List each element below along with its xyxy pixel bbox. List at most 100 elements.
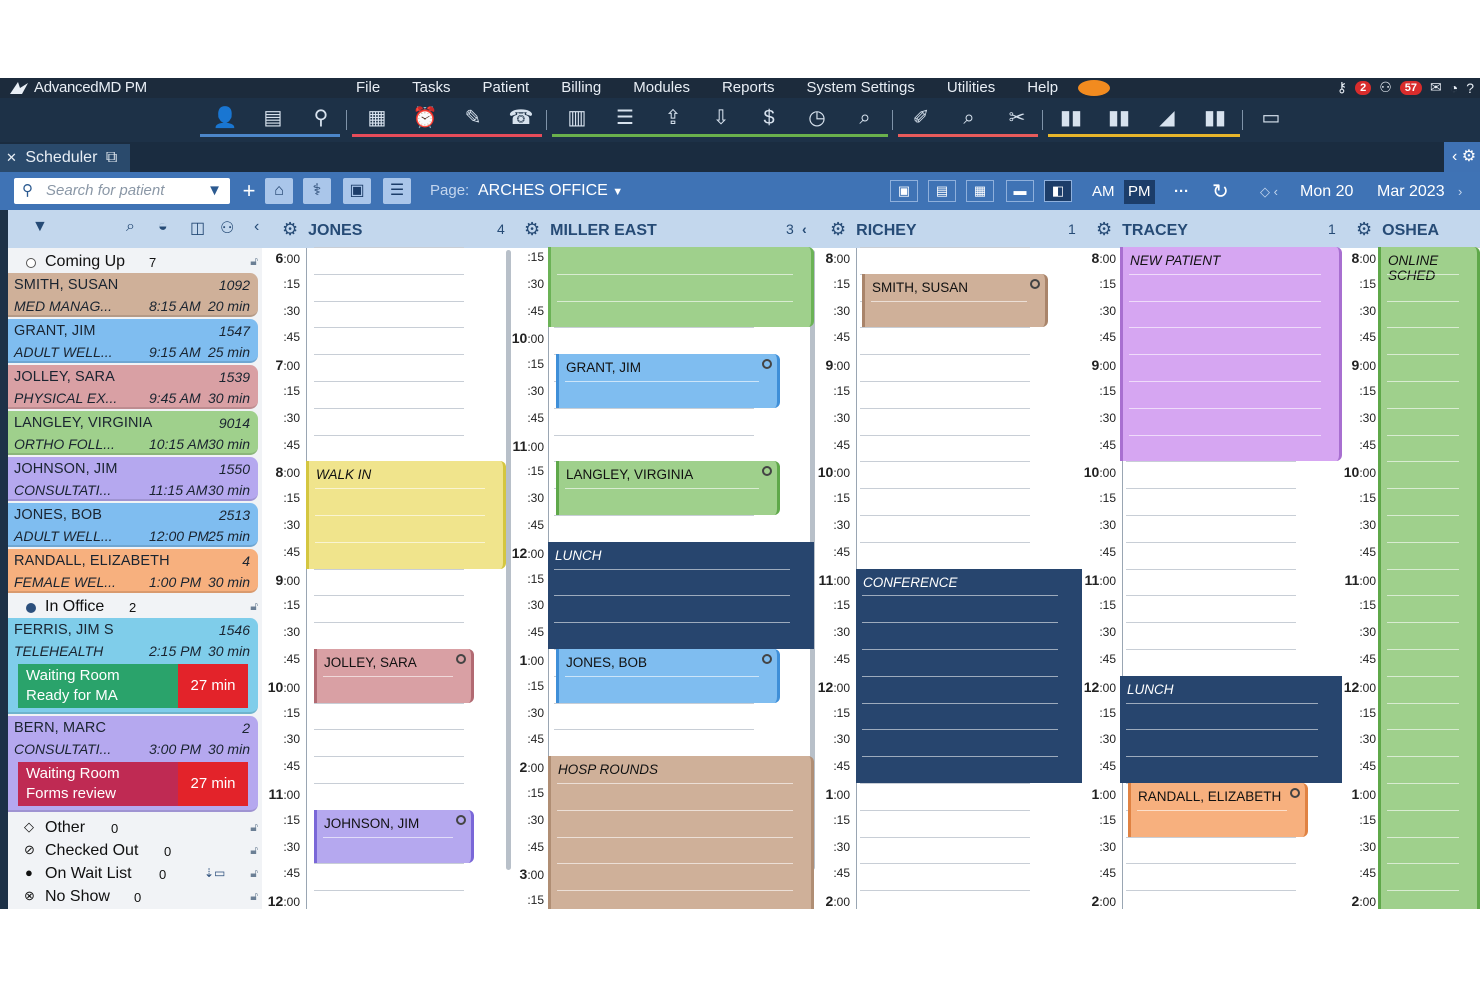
contact-icon[interactable]: ▣ [343,178,371,204]
phone-icon[interactable]: ☎ [504,103,538,133]
column-icon[interactable]: ◫ [190,218,205,238]
appointment-langley-virginia[interactable]: LANGLEY, VIRGINIA [556,461,780,515]
trend-icon[interactable]: ◢ [1150,103,1184,133]
search-doc-icon[interactable]: ⌕ [848,103,882,133]
slot-line[interactable] [314,568,464,570]
gear-icon[interactable]: ⚙ [282,219,298,239]
green-block[interactable] [548,247,814,328]
clock-icon[interactable]: ◷ [800,103,834,133]
slot-line[interactable] [860,407,1030,409]
lock-icon[interactable]: 🔓︎ [250,820,258,835]
slot-line[interactable] [1126,515,1296,516]
slot-line[interactable] [554,407,754,409]
tools-icon[interactable]: ✂ [1000,103,1034,133]
slot-line[interactable] [314,756,464,758]
card-view-icon[interactable]: ▬ [1006,180,1034,202]
online-schedule-block[interactable]: ONLINE SCHED [1378,247,1480,909]
home-icon[interactable]: ⌂ [265,178,293,204]
slot-line[interactable] [1126,488,1296,490]
slot-line[interactable] [314,327,464,329]
column-header-tracey[interactable]: ⚙ TRACEY [1096,210,1188,248]
speed-icon[interactable]: ◔ [1450,80,1458,96]
edit-doc-icon[interactable]: ✐ [904,103,938,133]
room-status[interactable]: Waiting Room Ready for MA 27 min [18,664,248,708]
ledger-icon[interactable]: ▥ [560,103,594,133]
chart-icon[interactable]: ▮▮ [1054,103,1088,133]
list-icon[interactable]: ☰ [608,103,642,133]
group-no-show[interactable]: ⊗ No Show 0 🔓︎ [8,885,262,908]
gear-icon[interactable]: ⚙ [524,219,540,239]
menu-item-utilities[interactable]: Utilities [931,78,1011,97]
column-header-richey[interactable]: ⚙ RICHEY [830,210,917,248]
lunch-block-miller[interactable]: LUNCH [548,541,814,649]
provider-icon[interactable]: ✎ [456,103,490,133]
mail-icon[interactable]: ✉ [1430,79,1442,96]
patient-card[interactable]: SMITH, SUSAN 1092 MED MANAG... 8:15 AM 20 mi… [8,273,258,317]
week-view-icon[interactable]: ▤ [928,180,956,202]
slot-line[interactable] [860,863,1030,865]
menu-item-reports[interactable]: Reports [706,78,791,97]
slot-line[interactable] [860,890,1030,892]
column-scrollbar[interactable] [506,250,511,870]
group-wait-list[interactable]: ● On Wait List 0 ⇣▭ 🔓︎ [8,862,262,885]
menu-item-billing[interactable]: Billing [545,78,617,97]
column-header-jones[interactable]: ⚙ JONES [282,210,362,248]
lock-icon[interactable]: 🔓︎ [250,599,258,614]
slot-line[interactable] [314,300,464,302]
group-coming-up[interactable]: Coming Up 7 🔓︎ [8,250,262,273]
patient-card[interactable]: LANGLEY, VIRGINIA 9014 ORTHO FOLL... 10:15 … [8,411,258,455]
slot-line[interactable] [314,622,464,624]
search-input[interactable]: ⚲ Search for patient ▼ [14,178,230,204]
key-icon[interactable]: ⚷ [1337,79,1347,96]
popout-icon[interactable]: ⧉ [106,149,117,166]
slot-line[interactable] [314,273,464,275]
menu-item-system-settings[interactable]: System Settings [790,78,930,97]
slot-line[interactable] [554,729,754,731]
chart-settings-icon[interactable]: ▮▮ [1102,103,1136,133]
more-button[interactable]: ··· [1170,180,1193,204]
patient-card[interactable]: JOLLEY, SARA 1539 PHYSICAL EX... 9:45 AM 30 … [8,365,258,409]
slot-line[interactable] [860,247,1030,248]
people-icon[interactable]: ⚇ [220,218,234,238]
patient-card[interactable]: FERRIS, JIM S 1546 TELEHEALTH 2:15 PM 30 min… [8,618,258,714]
collapse-left-icon[interactable]: ‹ [254,218,259,236]
refresh-status-icon[interactable] [762,359,772,370]
patient-search-icon[interactable]: ⚲ [304,103,338,133]
slot-line[interactable] [314,702,464,704]
patient-card[interactable]: JONES, BOB 2513 ADULT WELL... 12:00 PM 25 mi… [8,503,258,547]
gear-icon[interactable]: ⚙ [1096,219,1112,239]
patient-folder-icon[interactable]: ▤ [256,103,290,133]
slot-line[interactable] [860,434,1030,436]
patient-icon[interactable]: 👤 [208,103,242,133]
slot-line[interactable] [314,407,464,409]
walk-in-block[interactable]: WALK IN [306,461,506,569]
slot-line[interactable] [860,354,1030,356]
appointment-johnson-jim[interactable]: JOHNSON, JIM [314,809,474,864]
lock-icon[interactable]: 🔓︎ [250,866,258,881]
messages-badge[interactable]: 57 [1399,80,1422,95]
column-header-miller-east[interactable]: ⚙ MILLER EAST [524,210,657,248]
collapse-column-icon[interactable]: ‹ [802,210,807,248]
provider-filter-icon[interactable]: ⚕ [303,178,331,204]
user-icon[interactable]: ⚇ [1379,79,1392,96]
find-icon[interactable]: ⌕ [126,218,135,236]
prev-date-icon[interactable]: ◇ ‹ [1256,180,1282,204]
list-view-icon[interactable]: ☰ [383,178,411,204]
group-in-office[interactable]: In Office 2 🔓︎ [8,595,262,618]
slot-line[interactable] [860,541,1030,543]
group-checked-out[interactable]: ⊘ Checked Out 0 🔓︎ [8,839,262,862]
gear-icon[interactable]: ⚙ [1356,219,1372,239]
patient-card[interactable]: JOHNSON, JIM 1550 CONSULTATI... 11:15 AM 30 … [8,457,258,501]
column-header-oshea[interactable]: ⚙ OSHEA [1356,210,1439,248]
next-date-icon[interactable]: › [1454,180,1466,204]
menu-item-patient[interactable]: Patient [467,78,546,97]
group-other[interactable]: ◇ Other 0 🔓︎ [8,816,262,839]
lock-icon[interactable]: 🔓︎ [250,843,258,858]
lock-icon[interactable]: 🔓︎ [250,889,258,904]
refresh-status-icon[interactable] [762,466,772,477]
filter-icon[interactable]: ▼ [207,178,222,204]
download-icon[interactable]: ⇩ [704,103,738,133]
menu-item-help[interactable]: Help [1011,78,1074,97]
slot-line[interactable] [314,890,464,892]
slot-line[interactable] [860,488,1030,490]
